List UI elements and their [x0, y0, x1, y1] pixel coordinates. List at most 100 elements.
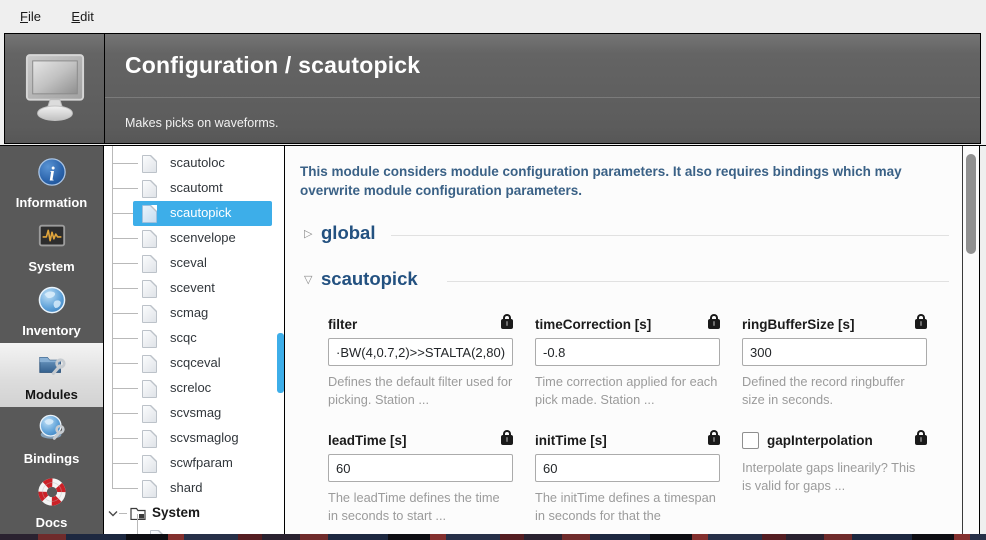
section-global[interactable]: ▷ global: [285, 222, 979, 248]
lock-icon[interactable]: [501, 435, 513, 445]
menubar: File Edit: [0, 0, 986, 32]
field-description: The initTime defines a timespan in secon…: [535, 489, 720, 525]
tree-item-shard[interactable]: shard: [104, 476, 284, 501]
config-panel: This module considers module configurati…: [285, 146, 980, 534]
gapinterpolation-checkbox[interactable]: [742, 432, 759, 449]
bindings-icon: [37, 413, 67, 443]
inittime-input[interactable]: [535, 454, 720, 482]
tree-item-scwfparam[interactable]: scwfparam: [104, 451, 284, 476]
filter-input[interactable]: [328, 338, 513, 366]
field-gapinterpolation: gapInterpolation Interpolate gaps linear…: [742, 431, 927, 525]
field-timecorrection: timeCorrection [s] Time correction appli…: [535, 315, 720, 409]
tree-item-scautomt[interactable]: scautomt: [104, 176, 284, 201]
tree-item-label: System: [152, 505, 200, 520]
fields-row-1: filter Defines the default filter used f…: [328, 315, 927, 409]
section-title: scautopick: [321, 268, 418, 290]
lock-icon[interactable]: [708, 435, 720, 445]
section-scautopick[interactable]: ▽ scautopick: [285, 268, 979, 294]
section-title: global: [321, 222, 375, 244]
field-label: leadTime [s]: [328, 433, 407, 448]
sidebar-item-label: Docs: [0, 515, 103, 530]
tree-item-scvsmag[interactable]: scvsmag: [104, 401, 284, 426]
tree-item-system[interactable]: System: [104, 501, 284, 526]
lock-icon[interactable]: [915, 435, 927, 445]
tree-item-partial[interactable]: [104, 526, 284, 534]
sidebar-item-label: System: [0, 259, 103, 274]
svg-text:i: i: [49, 163, 55, 185]
tree-item-sceval[interactable]: sceval: [104, 251, 284, 276]
file-icon: [142, 230, 157, 248]
file-icon: [142, 155, 157, 173]
chevron-down-icon[interactable]: [108, 509, 118, 518]
sidebar-item-label: Modules: [0, 387, 103, 402]
tree-item-scautoloc[interactable]: scautoloc: [104, 151, 284, 176]
field-inittime: initTime [s] The initTime defines a time…: [535, 431, 720, 525]
collapse-arrow-icon[interactable]: ▷: [304, 227, 312, 240]
sidebar: i Information System: [0, 146, 104, 534]
ringbuffersize-input[interactable]: [742, 338, 927, 366]
inventory-icon: [37, 285, 67, 315]
file-icon: [142, 405, 157, 423]
tree-item-scautopick[interactable]: scautopick: [104, 201, 284, 226]
sidebar-item-docs[interactable]: Docs: [0, 471, 103, 534]
timecorrection-input[interactable]: [535, 338, 720, 366]
file-icon: [142, 455, 157, 473]
main-scrollbar-track[interactable]: [962, 146, 979, 534]
content-area: i Information System: [0, 145, 986, 535]
sidebar-item-bindings[interactable]: Bindings: [0, 407, 103, 471]
menu-edit[interactable]: Edit: [65, 7, 99, 26]
section-rule: [391, 235, 949, 236]
page-header: Configuration / scautopick Makes picks o…: [4, 33, 981, 144]
modules-icon: [37, 349, 67, 379]
menu-file[interactable]: File: [14, 7, 47, 26]
field-label: timeCorrection [s]: [535, 317, 651, 332]
leadtime-input[interactable]: [328, 454, 513, 482]
expand-arrow-icon[interactable]: ▽: [304, 273, 312, 286]
sidebar-item-modules[interactable]: Modules: [0, 343, 103, 407]
tree-item-scmag[interactable]: scmag: [104, 301, 284, 326]
tree-item-screloc[interactable]: screloc: [104, 376, 284, 401]
file-icon: [142, 355, 157, 373]
field-description: Time correction applied for each pick ma…: [535, 373, 720, 409]
module-notice: This module considers module configurati…: [300, 162, 950, 200]
field-label: gapInterpolation: [767, 433, 873, 448]
info-icon: i: [37, 157, 67, 187]
sidebar-item-information[interactable]: i Information: [0, 151, 103, 215]
sidebar-item-label: Inventory: [0, 323, 103, 338]
file-icon: [142, 205, 157, 223]
file-icon: [142, 330, 157, 348]
field-label: initTime [s]: [535, 433, 607, 448]
lock-icon[interactable]: [708, 319, 720, 329]
header-title-area: Configuration / scautopick Makes picks o…: [105, 34, 980, 143]
page-title: Configuration / scautopick: [125, 52, 420, 79]
tree-item-scevent[interactable]: scevent: [104, 276, 284, 301]
section-rule: [447, 281, 949, 282]
lock-icon[interactable]: [501, 319, 513, 329]
tree-item-scqceval[interactable]: scqceval: [104, 351, 284, 376]
sidebar-item-inventory[interactable]: Inventory: [0, 279, 103, 343]
field-description: Defines the default filter used for pick…: [328, 373, 513, 409]
main-scrollbar-thumb[interactable]: [966, 154, 976, 254]
field-filter: filter Defines the default filter used f…: [328, 315, 513, 409]
file-icon: [142, 180, 157, 198]
field-description: Defined the record ringbuffer size in se…: [742, 373, 927, 409]
desktop-strip: [0, 534, 986, 540]
page-subtitle: Makes picks on waveforms.: [125, 116, 279, 130]
folder-icon: [130, 506, 146, 520]
tree-item-scenvelope[interactable]: scenvelope: [104, 226, 284, 251]
sidebar-item-label: Information: [0, 195, 103, 210]
docs-icon: [37, 477, 67, 507]
field-description: The leadTime defines the time in seconds…: [328, 489, 513, 525]
lock-icon[interactable]: [915, 319, 927, 329]
fields-row-2: leadTime [s] The leadTime defines the ti…: [328, 431, 927, 525]
header-rule: [105, 97, 980, 98]
field-leadtime: leadTime [s] The leadTime defines the ti…: [328, 431, 513, 525]
tree-item-scqc[interactable]: scqc: [104, 326, 284, 351]
tree-scrollbar-thumb[interactable]: [277, 333, 284, 393]
header-icon-box: [5, 34, 104, 143]
sidebar-item-system[interactable]: System: [0, 215, 103, 279]
sidebar-item-label: Bindings: [0, 451, 103, 466]
file-icon: [142, 480, 157, 498]
field-label: ringBufferSize [s]: [742, 317, 855, 332]
tree-item-scvsmaglog[interactable]: scvsmaglog: [104, 426, 284, 451]
